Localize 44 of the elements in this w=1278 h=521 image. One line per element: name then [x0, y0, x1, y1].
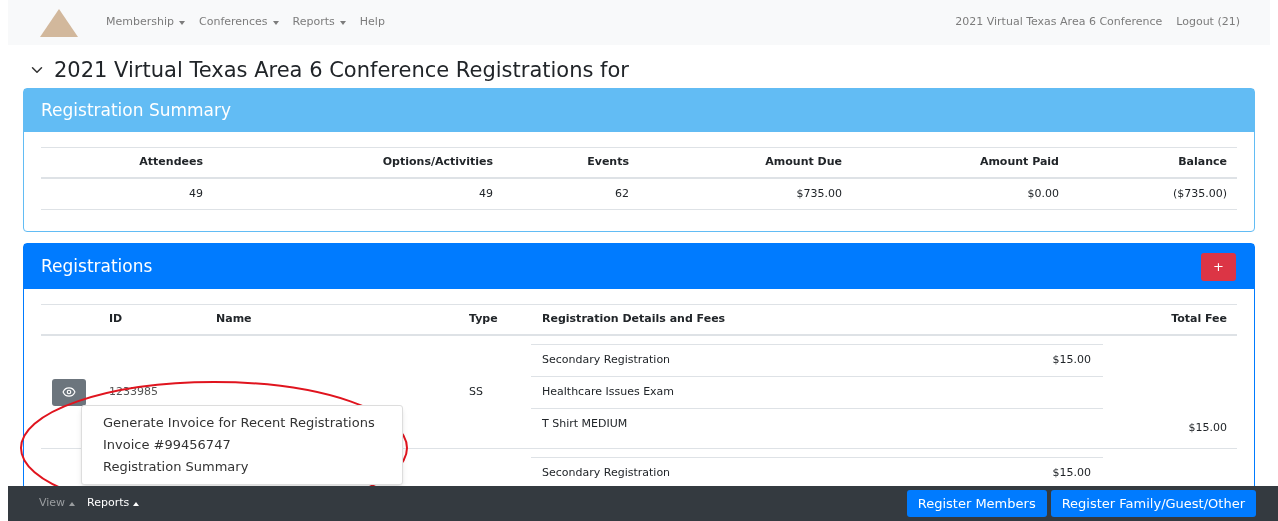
table-cell-text: $735.00 — [795, 185, 843, 202]
table-cell: SS — [469, 384, 483, 398]
table-cell-text: ($735.00) — [1171, 185, 1228, 202]
menu-item[interactable]: Registration Summary — [82, 456, 402, 478]
table-cell-text: $0.00 — [1026, 185, 1060, 202]
nav-menu[interactable]: Conferences — [199, 14, 279, 31]
fee-item-amount: $15.00 — [1052, 352, 1092, 369]
logout-link[interactable]: Logout (21) — [1176, 14, 1240, 31]
column-header: Total Fee — [1171, 311, 1228, 328]
column-header: Amount Paid — [978, 154, 1060, 171]
conference-link[interactable]: 2021 Virtual Texas Area 6 Conference — [955, 14, 1163, 31]
column-header: Attendees — [138, 154, 204, 171]
column-header: Amount Due — [764, 154, 843, 171]
fee-item-amount: $15.00 — [1052, 465, 1092, 482]
nav-menu[interactable]: Help — [359, 14, 385, 31]
register-button[interactable]: Register Members — [906, 490, 1047, 517]
fee-item-label: T Shirt MEDIUM — [542, 416, 628, 433]
fee-item-label: Healthcare Issues Exam — [542, 384, 675, 401]
total-fee: $15.00 — [1188, 420, 1227, 434]
column-header: ID — [108, 311, 123, 328]
column-header: Name — [215, 311, 252, 328]
add-button[interactable]: + — [1201, 252, 1236, 281]
toolbar-menu[interactable]: View — [39, 495, 76, 512]
summary-card-title: Registration Summary — [41, 98, 232, 122]
column-header: Events — [586, 154, 630, 171]
page-title: 2021 Virtual Texas Area 6 Conference Registrations for — [54, 59, 629, 81]
menu-item[interactable]: Invoice #99456747 — [82, 434, 402, 456]
toolbar-menu[interactable]: Reports — [87, 495, 140, 512]
table-cell-text: 62 — [614, 185, 630, 202]
fee-item-label: Secondary Registration — [542, 352, 671, 369]
column-header: Options/Activities — [381, 154, 494, 171]
eye-icon — [62, 385, 76, 399]
table-cell-text: 49 — [188, 185, 204, 202]
nav-menu[interactable]: Reports — [292, 14, 346, 31]
column-header: Registration Details and Fees — [541, 311, 726, 328]
nav-menu[interactable]: Membership — [106, 14, 185, 31]
menu-item[interactable]: Generate Invoice for Recent Registrations — [82, 412, 402, 434]
registrations-card-title: Registrations — [41, 254, 153, 278]
table-cell-text: 49 — [478, 185, 494, 202]
column-header: Type — [468, 311, 498, 328]
register-button[interactable]: Register Family/Guest/Other — [1050, 490, 1256, 517]
column-header: Balance — [1177, 154, 1228, 171]
view-button[interactable] — [52, 378, 86, 406]
fee-item-label: Secondary Registration — [542, 465, 671, 482]
